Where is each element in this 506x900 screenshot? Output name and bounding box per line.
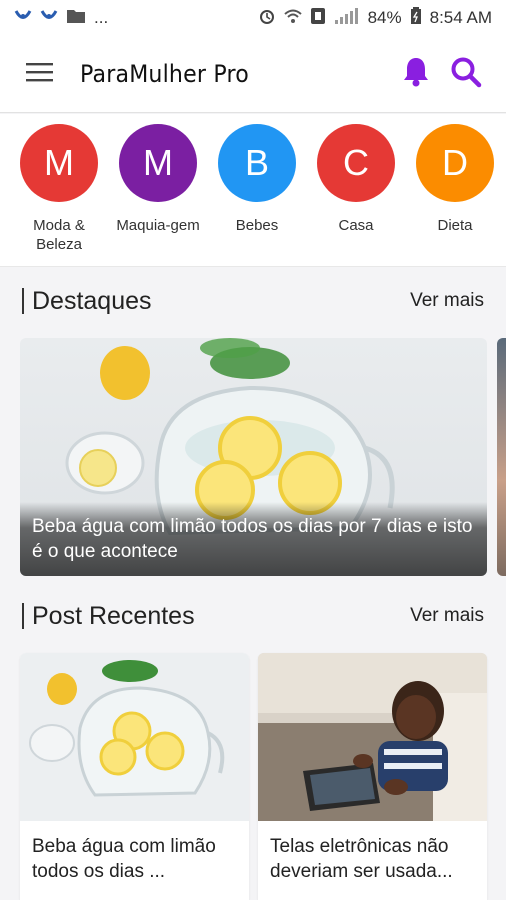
- folder-icon: [66, 8, 86, 29]
- category-item[interactable]: M Maquia-gem: [116, 124, 200, 254]
- next-featured-card-peek[interactable]: [497, 338, 506, 576]
- nfc-icon: [310, 7, 326, 30]
- search-icon: [451, 57, 482, 87]
- recent-header: Post Recentes Ver mais: [0, 596, 506, 636]
- category-row: M Moda & Beleza M Maquia-gem B Bebes C Casa D Die…: [0, 114, 506, 254]
- status-bar: ... 84% 8:54 AM: [0, 0, 506, 36]
- battery-icon: [410, 6, 422, 30]
- app-bar-actions: [402, 56, 506, 93]
- highlights-header: Destaques Ver mais: [0, 281, 506, 321]
- category-avatar: C: [317, 124, 395, 202]
- category-item[interactable]: C Casa: [317, 124, 395, 254]
- category-avatar: D: [416, 124, 494, 202]
- clock: 8:54 AM: [429, 8, 492, 27]
- menu-button[interactable]: [0, 36, 80, 113]
- highlights-title-text: Destaques: [32, 286, 152, 315]
- search-button[interactable]: [450, 56, 482, 93]
- category-avatar: B: [218, 124, 296, 202]
- category-item[interactable]: B Bebes: [218, 124, 296, 254]
- featured-caption: Beba água com limão todos os dias por 7 …: [20, 502, 487, 576]
- status-left: ...: [14, 8, 108, 29]
- wifi-icon: [283, 7, 302, 30]
- recent-title: Post Recentes: [22, 602, 195, 631]
- hamburger-menu-icon: [26, 62, 54, 87]
- category-strip: M Moda & Beleza M Maquia-gem B Bebes C Casa D Die…: [0, 114, 506, 267]
- highlights-title: Destaques: [22, 287, 152, 316]
- category-item[interactable]: M Moda & Beleza: [20, 124, 98, 254]
- title-bar: [22, 288, 24, 314]
- featured-post-card[interactable]: Beba água com limão todos os dias por 7 …: [20, 338, 487, 576]
- alarm-icon: [258, 7, 276, 30]
- status-right: 84% 8:54 AM: [258, 6, 492, 30]
- recent-post-card[interactable]: Beba água com limão todos os dias ...: [20, 653, 249, 900]
- signal-icon: [334, 7, 360, 30]
- post-title: Telas eletrônicas não deveriam ser usada…: [270, 836, 453, 882]
- highlights-see-more-link[interactable]: Ver mais: [410, 290, 484, 312]
- category-label: Moda & Beleza: [33, 217, 85, 253]
- bell-icon: [404, 57, 428, 86]
- notification-app-icon: [40, 8, 58, 29]
- recent-post-card[interactable]: Telas eletrônicas não deveriam ser usada…: [258, 653, 487, 900]
- recent-see-more-link[interactable]: Ver mais: [410, 605, 484, 627]
- category-label: Bebes: [235, 217, 279, 234]
- category-avatar: M: [119, 124, 197, 202]
- category-label: Maquia-gem: [116, 217, 200, 234]
- lemon-water-thumbnail: [20, 653, 249, 821]
- app-bar: ParaMulher Pro: [0, 36, 506, 113]
- battery-percent: 84%: [367, 8, 402, 27]
- baby-tablet-thumbnail: [258, 653, 487, 821]
- category-avatar: M: [20, 124, 98, 202]
- post-title: Beba água com limão todos os dias ...: [32, 836, 216, 882]
- more-notifications: ...: [94, 8, 109, 27]
- app-title: ParaMulher Pro: [80, 60, 249, 88]
- category-label: Casa: [338, 217, 374, 234]
- notifications-button[interactable]: [402, 56, 430, 93]
- notification-app-icon: [14, 8, 32, 29]
- category-item[interactable]: D Dieta: [416, 124, 494, 254]
- category-label: Dieta: [437, 217, 473, 234]
- recent-title-text: Post Recentes: [32, 601, 195, 630]
- title-bar: [22, 603, 24, 629]
